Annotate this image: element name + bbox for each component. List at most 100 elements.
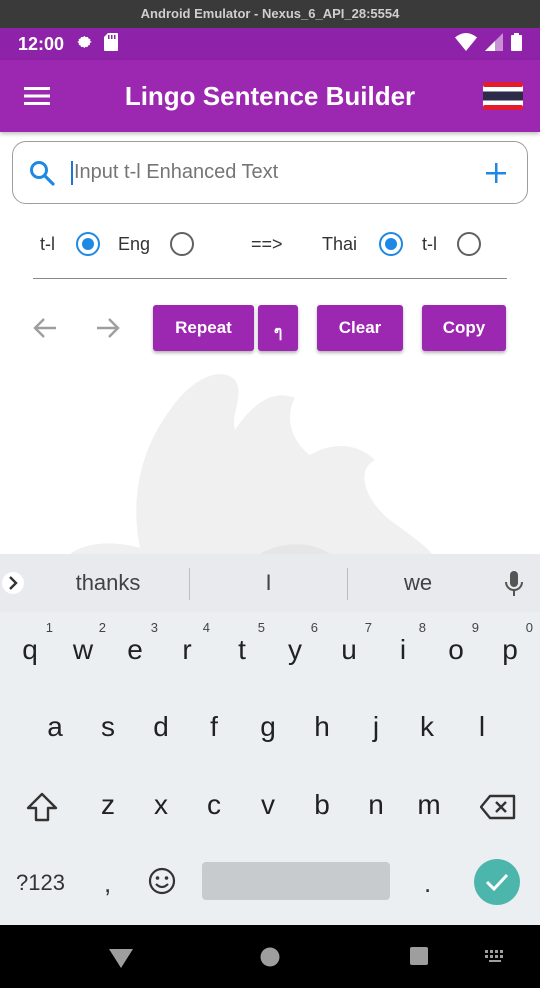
radio-label-source-tl: t-l: [40, 234, 55, 254]
soft-keyboard: thanks I we 1q2w3e4r5t6y7u8i9o0p asdfghj…: [0, 554, 540, 925]
suggestion-2[interactable]: I: [190, 554, 347, 612]
status-bar: 12:00: [0, 28, 540, 60]
search-box: [12, 141, 528, 204]
key-number-hint: 9: [471, 620, 479, 635]
wifi-icon: [455, 32, 477, 56]
copy-button[interactable]: Copy: [422, 305, 506, 351]
key-number-hint: 5: [257, 620, 265, 635]
key-c[interactable]: c: [187, 789, 241, 821]
period-key[interactable]: .: [424, 868, 431, 899]
key-letter: e: [127, 634, 143, 665]
key-letter: y: [288, 634, 302, 665]
key-p[interactable]: 0p: [483, 620, 537, 666]
search-icon[interactable]: [13, 160, 71, 186]
app-title: Lingo Sentence Builder: [124, 80, 416, 111]
backspace-icon[interactable]: [479, 794, 516, 825]
key-t[interactable]: 5t: [215, 620, 269, 666]
back-arrow-icon[interactable]: [32, 316, 58, 345]
key-a[interactable]: a: [28, 711, 82, 743]
key-e[interactable]: 3e: [108, 620, 162, 666]
key-number-hint: 3: [150, 620, 158, 635]
key-n[interactable]: n: [349, 789, 403, 821]
radio-label-eng: Eng: [118, 234, 151, 254]
clear-button[interactable]: Clear: [317, 305, 403, 351]
key-z[interactable]: z: [81, 789, 135, 821]
key-letter: u: [341, 634, 357, 665]
suggestion-strip: thanks I we: [0, 554, 540, 612]
key-b[interactable]: b: [295, 789, 349, 821]
key-u[interactable]: 7u: [322, 620, 376, 666]
add-icon[interactable]: [465, 162, 527, 184]
key-y[interactable]: 6y: [268, 620, 322, 666]
key-k[interactable]: k: [400, 711, 454, 743]
keyboard-switch-icon[interactable]: [484, 949, 506, 968]
direction-arrow-text: ==>: [251, 234, 283, 254]
language-radio-group: t-l Eng ==> Thai t-l: [0, 222, 540, 266]
emoji-icon[interactable]: [148, 867, 176, 900]
microphone-icon[interactable]: [504, 570, 524, 603]
key-r[interactable]: 4r: [160, 620, 214, 666]
key-d[interactable]: d: [134, 711, 188, 743]
app-bar: Lingo Sentence Builder: [0, 60, 540, 132]
status-time: 12:00: [18, 33, 65, 54]
key-i[interactable]: 8i: [376, 620, 430, 666]
key-number-hint: 2: [98, 620, 106, 635]
space-bar[interactable]: [202, 862, 390, 900]
key-letter: q: [22, 634, 38, 665]
radio-target-tl[interactable]: [457, 232, 481, 256]
key-m[interactable]: m: [402, 789, 456, 821]
emulator-title: Android Emulator - Nexus_6_API_28:5554: [0, 0, 540, 28]
key-j[interactable]: j: [349, 711, 403, 743]
forward-arrow-icon[interactable]: [95, 316, 121, 345]
key-l[interactable]: l: [455, 711, 509, 743]
key-h[interactable]: h: [295, 711, 349, 743]
radio-label-thai: Thai: [322, 234, 358, 254]
comma-key[interactable]: ,: [104, 868, 111, 899]
thai-flag-icon[interactable]: [466, 82, 540, 110]
thai-repeat-char-button[interactable]: ๆ: [258, 305, 298, 351]
key-letter: p: [502, 634, 518, 665]
radio-thai[interactable]: [379, 232, 403, 256]
key-v[interactable]: v: [241, 789, 295, 821]
key-s[interactable]: s: [81, 711, 135, 743]
radio-source-tl[interactable]: [76, 232, 100, 256]
key-o[interactable]: 9o: [429, 620, 483, 666]
key-x[interactable]: x: [134, 789, 188, 821]
system-nav-bar: [0, 925, 540, 988]
radio-label-target-tl: t-l: [422, 234, 437, 254]
key-number-hint: 1: [45, 620, 53, 635]
nav-home-icon[interactable]: [259, 946, 281, 973]
key-number-hint: 0: [525, 620, 533, 635]
action-row: Repeat ๆ Clear Copy: [0, 304, 540, 352]
suggestion-3[interactable]: we: [348, 554, 488, 612]
key-letter: i: [399, 634, 407, 665]
key-number-hint: 7: [364, 620, 372, 635]
key-letter: w: [72, 634, 94, 665]
nav-back-icon[interactable]: [108, 947, 134, 974]
battery-icon: [511, 32, 522, 56]
key-q[interactable]: 1q: [3, 620, 57, 666]
settings-gear-icon: [76, 33, 94, 56]
key-f[interactable]: f: [187, 711, 241, 743]
key-letter: o: [448, 634, 464, 665]
divider: [33, 278, 507, 279]
expand-chevron-icon[interactable]: [2, 572, 24, 599]
nav-recents-icon[interactable]: [409, 946, 429, 971]
key-letter: r: [182, 634, 192, 665]
search-input[interactable]: [74, 161, 465, 184]
signal-icon: [485, 32, 503, 56]
done-check-icon[interactable]: [474, 859, 520, 905]
key-letter: t: [238, 634, 246, 665]
repeat-button[interactable]: Repeat: [153, 305, 254, 351]
suggestion-1[interactable]: thanks: [28, 554, 188, 612]
key-g[interactable]: g: [241, 711, 295, 743]
key-w[interactable]: 2w: [56, 620, 110, 666]
key-number-hint: 4: [202, 620, 210, 635]
shift-icon[interactable]: [26, 792, 58, 827]
menu-icon[interactable]: [0, 60, 74, 132]
symbols-key[interactable]: ?123: [16, 870, 65, 896]
background-watermark-image: [60, 360, 540, 554]
key-number-hint: 6: [310, 620, 318, 635]
sd-card-icon: [104, 32, 119, 56]
radio-eng[interactable]: [170, 232, 194, 256]
